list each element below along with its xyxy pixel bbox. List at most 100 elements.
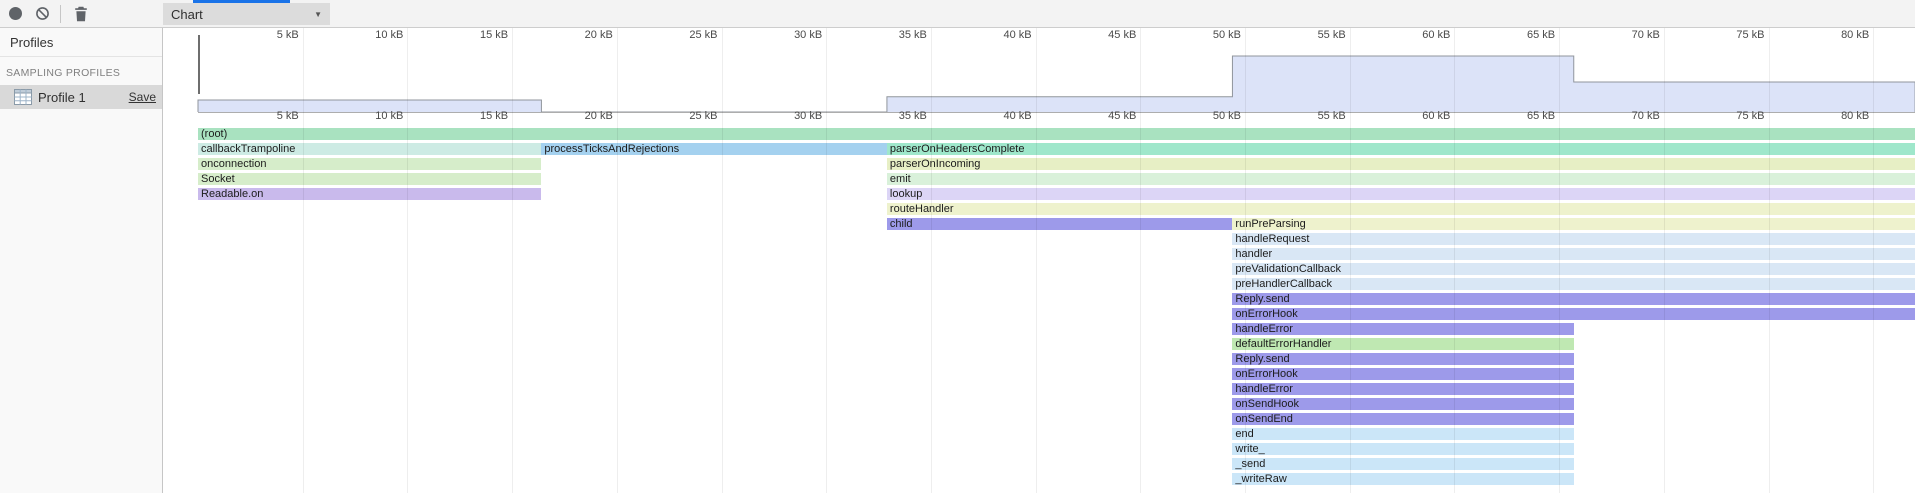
overview-ruler-tick: 25 kB bbox=[689, 29, 717, 41]
flame-ruler-tick: 10 kB bbox=[375, 110, 403, 122]
overview-ruler-tick: 35 kB bbox=[899, 29, 927, 41]
gridline bbox=[1245, 28, 1246, 493]
gridline bbox=[1559, 28, 1560, 493]
flame-bar-_writeRaw[interactable]: _writeRaw bbox=[1232, 473, 1573, 485]
flame-bar-processTicksAndRejections[interactable]: processTicksAndRejections bbox=[541, 143, 887, 155]
flame-bar-handleError[interactable]: handleError bbox=[1232, 383, 1573, 395]
flame-bar-Readable.on[interactable]: Readable.on bbox=[198, 188, 541, 200]
flame-bar-Socket[interactable]: Socket bbox=[198, 173, 541, 185]
toolbar-separator bbox=[60, 5, 61, 23]
toolbar: Chart ▼ bbox=[0, 0, 1915, 28]
flame-bar-Reply.send[interactable]: Reply.send bbox=[1232, 353, 1573, 365]
flame-bar-callbackTrampoline[interactable]: callbackTrampoline bbox=[198, 143, 541, 155]
flame-ruler-tick: 40 kB bbox=[1003, 110, 1031, 122]
sidebar: Profiles SAMPLING PROFILES Profile 1 Sav… bbox=[0, 28, 163, 493]
block-icon bbox=[35, 6, 50, 21]
flame-ruler-tick: 60 kB bbox=[1422, 110, 1450, 122]
flame-bar-onSendEnd[interactable]: onSendEnd bbox=[1232, 413, 1573, 425]
flame-ruler-tick: 35 kB bbox=[899, 110, 927, 122]
flame-ruler-tick: 5 kB bbox=[277, 110, 299, 122]
gridline bbox=[1350, 28, 1351, 493]
overview-ruler-tick: 20 kB bbox=[585, 29, 613, 41]
allocation-overview[interactable] bbox=[164, 28, 1915, 118]
record-icon[interactable] bbox=[9, 7, 22, 20]
gridline bbox=[826, 28, 827, 493]
delete-profile-button[interactable] bbox=[69, 2, 93, 26]
overview-ruler-tick: 10 kB bbox=[375, 29, 403, 41]
view-mode-dropdown[interactable]: Chart ▼ bbox=[163, 3, 330, 25]
overview-ruler-tick: 80 kB bbox=[1841, 29, 1869, 41]
toolbar-buttons bbox=[0, 0, 93, 27]
flame-bar-handler[interactable]: handler bbox=[1232, 248, 1915, 260]
flame-bar-runPreParsing[interactable]: runPreParsing bbox=[1232, 218, 1915, 230]
gridline bbox=[1036, 28, 1037, 493]
flame-bar-end[interactable]: end bbox=[1232, 428, 1573, 440]
clear-all-button[interactable] bbox=[30, 2, 54, 26]
flame-bar-onSendHook[interactable]: onSendHook bbox=[1232, 398, 1573, 410]
flame-ruler-tick: 80 kB bbox=[1841, 110, 1869, 122]
flame-bar-root[interactable]: (root) bbox=[198, 128, 1915, 140]
flame-bar-routeHandler[interactable]: routeHandler bbox=[887, 203, 1915, 215]
save-profile-link[interactable]: Save bbox=[129, 90, 156, 104]
flame-bar-lookup[interactable]: lookup bbox=[887, 188, 1915, 200]
gridline bbox=[1140, 28, 1141, 493]
view-mode-value: Chart bbox=[171, 7, 314, 22]
flame-bar-handleRequest[interactable]: handleRequest bbox=[1232, 233, 1915, 245]
gridline bbox=[303, 28, 304, 493]
overview-ruler-tick: 55 kB bbox=[1318, 29, 1346, 41]
overview-ruler-tick: 65 kB bbox=[1527, 29, 1555, 41]
flame-ruler-tick: 30 kB bbox=[794, 110, 822, 122]
flame-bar-write_[interactable]: write_ bbox=[1232, 443, 1573, 455]
flame-ruler-tick: 50 kB bbox=[1213, 110, 1241, 122]
trash-icon bbox=[74, 6, 88, 22]
flame-ruler-tick: 45 kB bbox=[1108, 110, 1136, 122]
overview-selection-handle[interactable] bbox=[198, 35, 200, 94]
flame-bar-defaultErrorHandler[interactable]: defaultErrorHandler bbox=[1232, 338, 1573, 350]
flame-bar-preValidationCallback[interactable]: preValidationCallback bbox=[1232, 263, 1915, 275]
flame-ruler-tick: 65 kB bbox=[1527, 110, 1555, 122]
gridline bbox=[722, 28, 723, 493]
profile-sheet-icon bbox=[14, 89, 32, 105]
profile-name: Profile 1 bbox=[38, 90, 129, 105]
flame-bar-parserOnIncoming[interactable]: parserOnIncoming bbox=[887, 158, 1915, 170]
flame-bar-handleError[interactable]: handleError bbox=[1232, 323, 1573, 335]
gridline bbox=[1454, 28, 1455, 493]
flame-ruler-tick: 75 kB bbox=[1736, 110, 1764, 122]
flame-bar-emit[interactable]: emit bbox=[887, 173, 1915, 185]
flame-bar-_send[interactable]: _send bbox=[1232, 458, 1573, 470]
gridline bbox=[931, 28, 932, 493]
overview-ruler-tick: 70 kB bbox=[1632, 29, 1660, 41]
flame-ruler-tick: 15 kB bbox=[480, 110, 508, 122]
gridline bbox=[512, 28, 513, 493]
overview-ruler-tick: 30 kB bbox=[794, 29, 822, 41]
overview-ruler-tick: 50 kB bbox=[1213, 29, 1241, 41]
sidebar-title: Profiles bbox=[0, 28, 162, 57]
chevron-down-icon: ▼ bbox=[314, 10, 322, 19]
profiler-panel: { "toolbar": { "record_label": "record",… bbox=[0, 0, 1915, 493]
overview-ruler-tick: 15 kB bbox=[480, 29, 508, 41]
sidebar-section-label: SAMPLING PROFILES bbox=[0, 57, 162, 85]
sidebar-item-profile-1[interactable]: Profile 1 Save bbox=[0, 85, 162, 109]
flame-bar-child[interactable]: child bbox=[887, 218, 1233, 230]
gridline bbox=[1769, 28, 1770, 493]
gridline bbox=[617, 28, 618, 493]
flame-ruler-tick: 70 kB bbox=[1632, 110, 1660, 122]
overview-ruler-tick: 45 kB bbox=[1108, 29, 1136, 41]
gridline bbox=[1873, 28, 1874, 493]
gridline bbox=[407, 28, 408, 493]
flame-ruler-tick: 55 kB bbox=[1318, 110, 1346, 122]
flame-bar-preHandlerCallback[interactable]: preHandlerCallback bbox=[1232, 278, 1915, 290]
overview-ruler-tick: 75 kB bbox=[1736, 29, 1764, 41]
overview-ruler-tick: 40 kB bbox=[1003, 29, 1031, 41]
flame-bar-onconnection[interactable]: onconnection bbox=[198, 158, 541, 170]
flame-bar-onErrorHook[interactable]: onErrorHook bbox=[1232, 308, 1915, 320]
flame-bar-Reply.send[interactable]: Reply.send bbox=[1232, 293, 1915, 305]
overview-ruler-tick: 60 kB bbox=[1422, 29, 1450, 41]
overview-ruler-tick: 5 kB bbox=[277, 29, 299, 41]
flame-chart-region[interactable]: 5 kB 5 kB 10 kB 10 kB 15 kB 15 kB 20 kB 20 kB 25… bbox=[164, 28, 1915, 493]
gridline bbox=[1664, 28, 1665, 493]
flame-bar-onErrorHook[interactable]: onErrorHook bbox=[1232, 368, 1573, 380]
flame-ruler-tick: 25 kB bbox=[689, 110, 717, 122]
flame-ruler-tick: 20 kB bbox=[585, 110, 613, 122]
flame-bar-parserOnHeadersComplete[interactable]: parserOnHeadersComplete bbox=[887, 143, 1915, 155]
